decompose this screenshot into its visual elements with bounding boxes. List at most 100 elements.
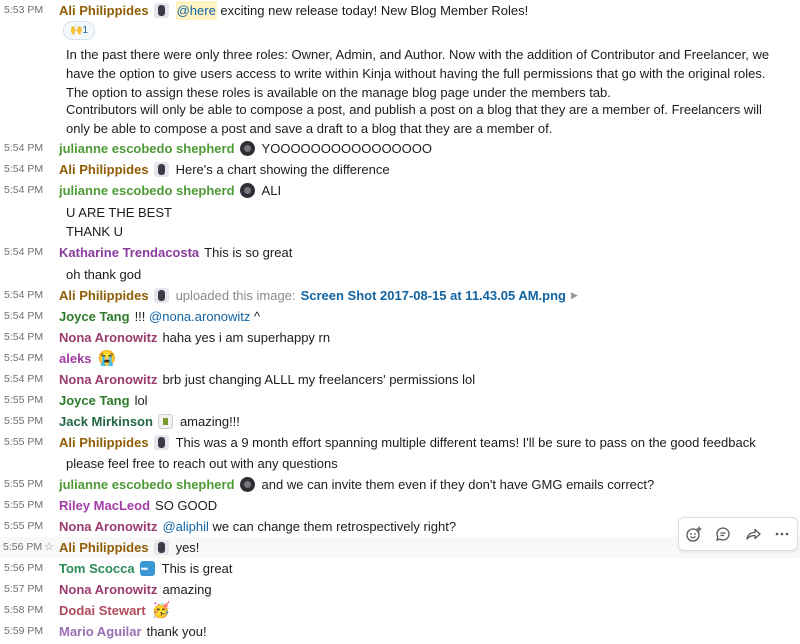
author-name[interactable]: Riley MacLeod (59, 496, 150, 515)
mention-link[interactable]: @aliphil (162, 517, 208, 536)
reaction-pill[interactable]: 🙌 1 (63, 21, 95, 40)
message-timestamp[interactable]: 5:54 PM (4, 331, 43, 343)
ali-avatar[interactable] (153, 540, 169, 555)
author-name[interactable]: Nona Aronowitz (59, 370, 157, 389)
message-timestamp[interactable]: 5:56 PM (3, 541, 42, 553)
message-timestamp[interactable]: 5:54 PM (4, 289, 43, 301)
message-row[interactable]: 5:55 PM Jack Mirkinson amazing!!! (0, 411, 800, 432)
message-continuation: U ARE THE BEST (66, 205, 172, 220)
star-icon[interactable]: ☆ (44, 540, 54, 553)
author-name[interactable]: Tom Scocca (59, 559, 135, 578)
image-file-link[interactable]: Screen Shot 2017-08-15 at 11.43.05 AM.pn… (301, 286, 566, 305)
more-actions-icon[interactable] (770, 522, 794, 546)
author-name[interactable]: Nona Aronowitz (59, 517, 157, 536)
message-text: amazing (162, 582, 212, 597)
message-text: thank you! (146, 624, 207, 639)
message-row[interactable]: 5:55 PM Ali Philippides This was a 9 mon… (0, 432, 800, 453)
author-name[interactable]: Joyce Tang (59, 307, 130, 326)
julianne-avatar[interactable] (239, 183, 255, 198)
message-row[interactable]: 5:55 PM Riley MacLeod SO GOOD (0, 495, 800, 516)
author-name[interactable]: Ali Philippides (59, 538, 149, 557)
message-timestamp[interactable]: 5:54 PM (4, 373, 43, 385)
raised-hands-icon: 🙌 (69, 25, 83, 36)
expand-caret-icon[interactable]: ▶ (571, 286, 578, 305)
message-row[interactable]: 5:56 PM Tom Scocca This is great (0, 558, 800, 579)
message-text: lol (134, 393, 148, 408)
author-name[interactable]: julianne escobedo shepherd (59, 475, 235, 494)
author-name[interactable]: julianne escobedo shepherd (59, 139, 235, 158)
message-row[interactable]: 5:54 PM Ali Philippides uploaded this im… (0, 285, 800, 306)
mention-here[interactable]: @here (175, 1, 217, 20)
ali-avatar[interactable] (153, 288, 169, 303)
start-thread-icon[interactable] (711, 522, 735, 546)
message-timestamp[interactable]: 5:55 PM (4, 520, 43, 532)
author-name[interactable]: Jack Mirkinson (59, 412, 153, 431)
julianne-avatar[interactable] (239, 141, 255, 156)
message-timestamp[interactable]: 5:54 PM (4, 163, 43, 175)
crying-face-icon: 😭 (97, 350, 117, 367)
share-message-icon[interactable] (741, 522, 765, 546)
message-row[interactable]: 5:54 PM Joyce Tang !!! @nona.aronowitz ^ (0, 306, 800, 327)
ali-avatar[interactable] (153, 3, 169, 18)
message-timestamp[interactable]: 5:57 PM (4, 583, 43, 595)
author-name[interactable]: Ali Philippides (59, 160, 149, 179)
message-text: amazing!!! (179, 414, 240, 429)
message-text: and we can invite them even if they don'… (261, 477, 655, 492)
message-row[interactable]: 5:59 PM Mario Aguilar thank you! (0, 621, 800, 642)
jack-avatar[interactable] (157, 414, 173, 429)
message-timestamp[interactable]: 5:59 PM (4, 625, 43, 637)
message-row[interactable]: 5:54 PM Nona Aronowitz haha yes i am sup… (0, 327, 800, 348)
message-timestamp[interactable]: 5:54 PM (4, 352, 43, 364)
message-hover-toolbar (678, 517, 798, 551)
message-timestamp[interactable]: 5:58 PM (4, 604, 43, 616)
message-row[interactable]: 5:54 PM Nona Aronowitz brb just changing… (0, 369, 800, 390)
message-row[interactable]: 5:55 PM Joyce Tang lol (0, 390, 800, 411)
author-name[interactable]: Mario Aguilar (59, 622, 142, 641)
message-timestamp[interactable]: 5:55 PM (4, 499, 43, 511)
author-name[interactable]: Ali Philippides (59, 433, 149, 452)
message-text: This is great (161, 561, 233, 576)
message-row[interactable]: 5:54 PM aleks 😭 (0, 348, 800, 369)
message-timestamp[interactable]: 5:55 PM (4, 436, 43, 448)
author-name[interactable]: Joyce Tang (59, 391, 130, 410)
tom-avatar[interactable] (139, 560, 155, 579)
author-name[interactable]: aleks (59, 349, 92, 368)
message-row[interactable]: 5:54 PM Katharine Trendacosta This is so… (0, 242, 800, 263)
message-timestamp[interactable]: 5:55 PM (4, 415, 43, 427)
message-continuation: please feel free to reach out with any q… (66, 456, 338, 471)
ali-avatar[interactable] (153, 435, 169, 450)
ali-avatar[interactable] (153, 162, 169, 177)
reaction-count: 1 (82, 25, 88, 36)
message-text: !!! (134, 309, 146, 324)
message-paragraph: In the past there were only three roles:… (66, 47, 770, 100)
author-name[interactable]: Katharine Trendacosta (59, 243, 199, 262)
message-timestamp[interactable]: 5:55 PM (4, 478, 43, 490)
message-text: SO GOOD (155, 498, 218, 513)
message-continuation: oh thank god (66, 267, 142, 282)
mention-link[interactable]: @nona.aronowitz (149, 307, 250, 326)
message-timestamp[interactable]: 5:54 PM (4, 310, 43, 322)
add-reaction-icon[interactable] (682, 522, 706, 546)
message-text: Here's a chart showing the difference (175, 162, 390, 177)
author-name[interactable]: Dodai Stewart (59, 601, 146, 620)
message-row[interactable]: 5:57 PM Nona Aronowitz amazing (0, 579, 800, 600)
message-timestamp[interactable]: 5:53 PM (4, 4, 43, 16)
author-name[interactable]: Ali Philippides (59, 286, 149, 305)
author-name[interactable]: Ali Philippides (59, 1, 149, 20)
message-row[interactable]: 5:54 PM julianne escobedo shepherd YOOOO… (0, 138, 800, 159)
message-row[interactable]: 5:54 PM julianne escobedo shepherd ALI (0, 180, 800, 201)
author-name[interactable]: Nona Aronowitz (59, 580, 157, 599)
message-row[interactable]: 5:55 PM julianne escobedo shepherd and w… (0, 474, 800, 495)
upload-action-text: uploaded this image: (175, 288, 296, 303)
message-row[interactable]: 5:54 PM Ali Philippides Here's a chart s… (0, 159, 800, 180)
message-row[interactable]: 5:58 PM Dodai Stewart 🥳 (0, 600, 800, 621)
message-timestamp[interactable]: 5:54 PM (4, 142, 43, 154)
message-timestamp[interactable]: 5:54 PM (4, 246, 43, 258)
message-row[interactable]: 5:53 PM Ali Philippides @here exciting n… (0, 0, 800, 21)
message-timestamp[interactable]: 5:55 PM (4, 394, 43, 406)
message-timestamp[interactable]: 5:56 PM (4, 562, 43, 574)
julianne-avatar[interactable] (239, 477, 255, 492)
author-name[interactable]: Nona Aronowitz (59, 328, 157, 347)
message-timestamp[interactable]: 5:54 PM (4, 184, 43, 196)
author-name[interactable]: julianne escobedo shepherd (59, 181, 235, 200)
